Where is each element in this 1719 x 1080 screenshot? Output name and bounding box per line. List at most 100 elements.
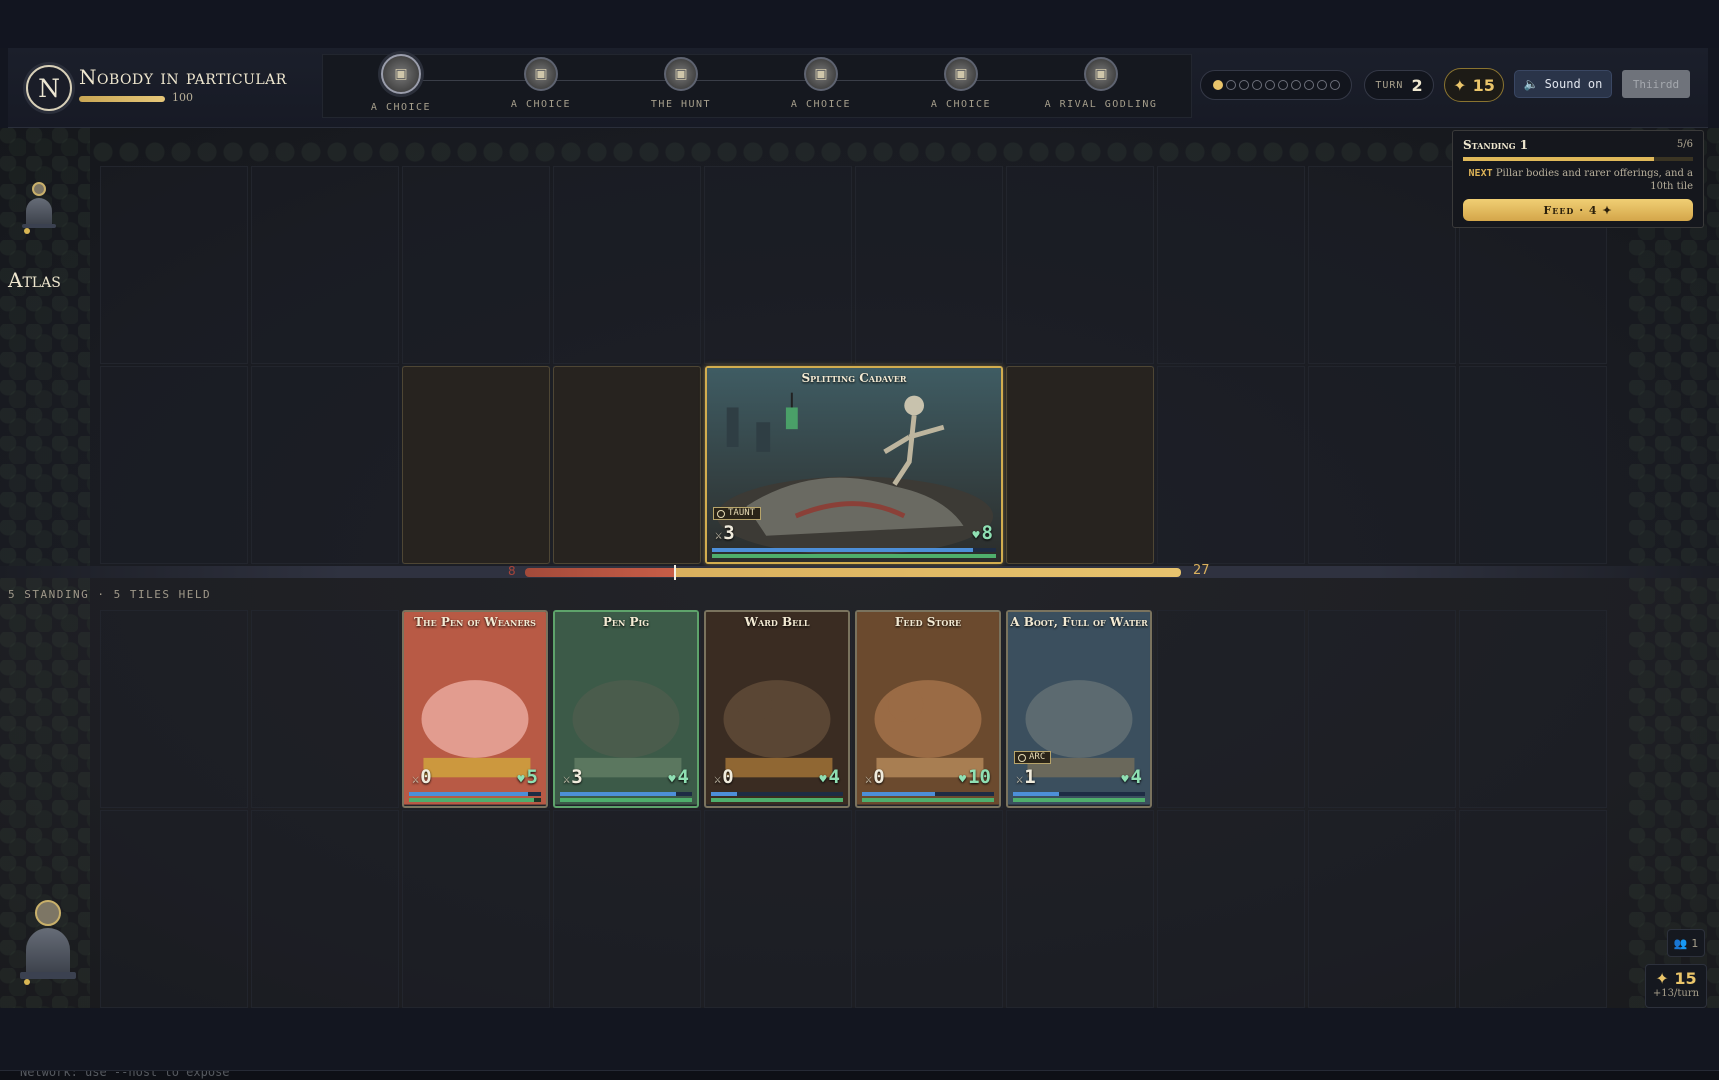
health-stat: ♥ 5 bbox=[517, 766, 538, 788]
board-tile[interactable] bbox=[704, 166, 852, 364]
board-tile[interactable] bbox=[1308, 810, 1456, 1008]
green-bar bbox=[1013, 798, 1145, 802]
sword-icon: ⚔ bbox=[715, 528, 723, 542]
pawn-base bbox=[20, 972, 76, 979]
attack-stat: ⚔1 bbox=[1016, 766, 1036, 788]
sword-icon: ⚔ bbox=[1016, 772, 1024, 786]
health-track-marker bbox=[674, 565, 676, 580]
board-tile[interactable] bbox=[251, 610, 399, 808]
standing-next: NEXT Pillar bodies and rarer offerings, … bbox=[1468, 168, 1693, 192]
sparkle-icon: ✦ bbox=[1655, 969, 1669, 988]
standing-count: 5/6 bbox=[1676, 139, 1693, 150]
board-tile[interactable] bbox=[1459, 366, 1607, 564]
green-bar-fill bbox=[711, 798, 843, 802]
player-pawn bbox=[20, 900, 76, 985]
blue-bar-fill bbox=[712, 548, 974, 552]
player-avatar[interactable]: N bbox=[26, 65, 72, 111]
board-tile[interactable] bbox=[1308, 610, 1456, 808]
board-tile[interactable] bbox=[553, 810, 701, 1008]
board-tile[interactable] bbox=[1459, 610, 1607, 808]
attack-stat: ⚔0 bbox=[865, 766, 885, 788]
health-track-max: 27 bbox=[1193, 563, 1210, 578]
pawn-dot bbox=[24, 979, 30, 985]
blue-bar-fill bbox=[862, 792, 935, 796]
health-stat: ♥ 4 bbox=[819, 766, 840, 788]
board-tile[interactable] bbox=[251, 366, 399, 564]
terminal-strip: Network: use --host to expose bbox=[0, 1070, 1719, 1080]
board-tile[interactable] bbox=[1157, 610, 1305, 808]
header-bar: N Nobody in particular 100 ▣ A CHOICE ▣ A C… bbox=[8, 48, 1708, 128]
player-card[interactable]: Feed Store ⚔0 ♥ 10 bbox=[855, 610, 1001, 808]
path-node[interactable]: ▣ A CHOICE bbox=[331, 54, 471, 113]
health-stat: ♥ 4 bbox=[1121, 766, 1142, 788]
path-node[interactable]: ▣ THE HUNT bbox=[611, 57, 751, 110]
heart-icon: ♥ bbox=[668, 772, 676, 786]
board-tile[interactable] bbox=[1459, 810, 1607, 1008]
progress-pip bbox=[1238, 80, 1249, 90]
blue-bar bbox=[560, 792, 692, 796]
income-panel: ✦ 15 +13/turn bbox=[1645, 964, 1707, 1008]
progress-pip bbox=[1251, 80, 1262, 90]
green-bar-fill bbox=[560, 798, 692, 802]
feed-button[interactable]: Feed · 4 ✦ bbox=[1463, 199, 1693, 221]
enemy-empty-slot[interactable] bbox=[402, 366, 550, 564]
progress-pip bbox=[1329, 80, 1340, 90]
path-node[interactable]: ▣ A CHOICE bbox=[751, 57, 891, 110]
encounter-icon: ▣ bbox=[804, 57, 838, 91]
sword-icon: ⚔ bbox=[865, 772, 873, 786]
blue-bar bbox=[712, 548, 996, 552]
path-node-label: THE HUNT bbox=[650, 99, 712, 110]
board-tile[interactable] bbox=[1006, 810, 1154, 1008]
heart-icon: ♥ bbox=[958, 772, 967, 786]
card-name: Ward Bell bbox=[744, 615, 810, 629]
board-tile[interactable] bbox=[1006, 166, 1154, 364]
pawn-dot bbox=[24, 228, 30, 234]
health-stat: ♥ 4 bbox=[668, 766, 689, 788]
green-bar-fill bbox=[1013, 798, 1145, 802]
board-tile[interactable] bbox=[704, 810, 852, 1008]
heart-icon: ♥ bbox=[819, 772, 827, 786]
path-node-label: A CHOICE bbox=[510, 99, 572, 110]
path-node-label: A CHOICE bbox=[370, 102, 432, 113]
attack-stat: ⚔3 bbox=[715, 522, 735, 544]
board-tile[interactable] bbox=[1157, 166, 1305, 364]
card-name: Pen Pig bbox=[602, 615, 650, 629]
progress-pip bbox=[1290, 80, 1301, 90]
board-tile[interactable] bbox=[100, 366, 248, 564]
path-node[interactable]: ▣ A CHOICE bbox=[471, 57, 611, 110]
board-tile[interactable] bbox=[553, 166, 701, 364]
board-tile[interactable] bbox=[251, 166, 399, 364]
player-card[interactable]: A Boot, Full of Water ARC ⚔1 ♥ 4 bbox=[1006, 610, 1152, 808]
board-tile[interactable] bbox=[1308, 166, 1456, 364]
enemy-empty-slot[interactable] bbox=[553, 366, 701, 564]
board-tile[interactable] bbox=[100, 166, 248, 364]
green-bar bbox=[409, 798, 541, 802]
top-strip bbox=[0, 0, 1719, 48]
board-tile[interactable] bbox=[1308, 366, 1456, 564]
board-tile[interactable] bbox=[402, 810, 550, 1008]
sound-toggle-button[interactable]: 🔈 Sound on bbox=[1514, 70, 1612, 98]
path-node[interactable]: ▣ A CHOICE bbox=[891, 57, 1031, 110]
player-card[interactable]: Pen Pig ⚔3 ♥ 4 bbox=[553, 610, 699, 808]
board-tile[interactable] bbox=[855, 166, 1003, 364]
encounter-icon: ▣ bbox=[1084, 57, 1118, 91]
enemy-card[interactable]: Splitting Cadaver TAUNT ⚔3 ♥ 8 bbox=[705, 366, 1003, 564]
path-track: ▣ A CHOICE ▣ A CHOICE ▣ THE HUNT ▣ A CHOICE ▣ A C… bbox=[322, 54, 1192, 118]
board-tile[interactable] bbox=[100, 810, 248, 1008]
board-tile[interactable] bbox=[402, 166, 550, 364]
board-tile[interactable] bbox=[855, 810, 1003, 1008]
board-tile[interactable] bbox=[1157, 810, 1305, 1008]
enemy-empty-slot[interactable] bbox=[1006, 366, 1154, 564]
board-tile[interactable] bbox=[1157, 366, 1305, 564]
path-node[interactable]: ▣ A RIVAL GODLING bbox=[1031, 57, 1171, 110]
board-tile[interactable] bbox=[251, 810, 399, 1008]
player-card[interactable]: Ward Bell ⚔0 ♥ 4 bbox=[704, 610, 850, 808]
player-card[interactable]: The Pen of Weaners ⚔0 ♥ 5 bbox=[402, 610, 548, 808]
third-button[interactable]: Thiirdd bbox=[1622, 70, 1690, 98]
sparkle-icon: ✦ bbox=[1453, 75, 1467, 95]
card-art bbox=[707, 368, 1001, 562]
sword-icon: ⚔ bbox=[412, 772, 420, 786]
board-tile[interactable] bbox=[100, 610, 248, 808]
green-bar-fill bbox=[409, 798, 535, 802]
speaker-icon: 🔈 bbox=[1523, 77, 1539, 91]
